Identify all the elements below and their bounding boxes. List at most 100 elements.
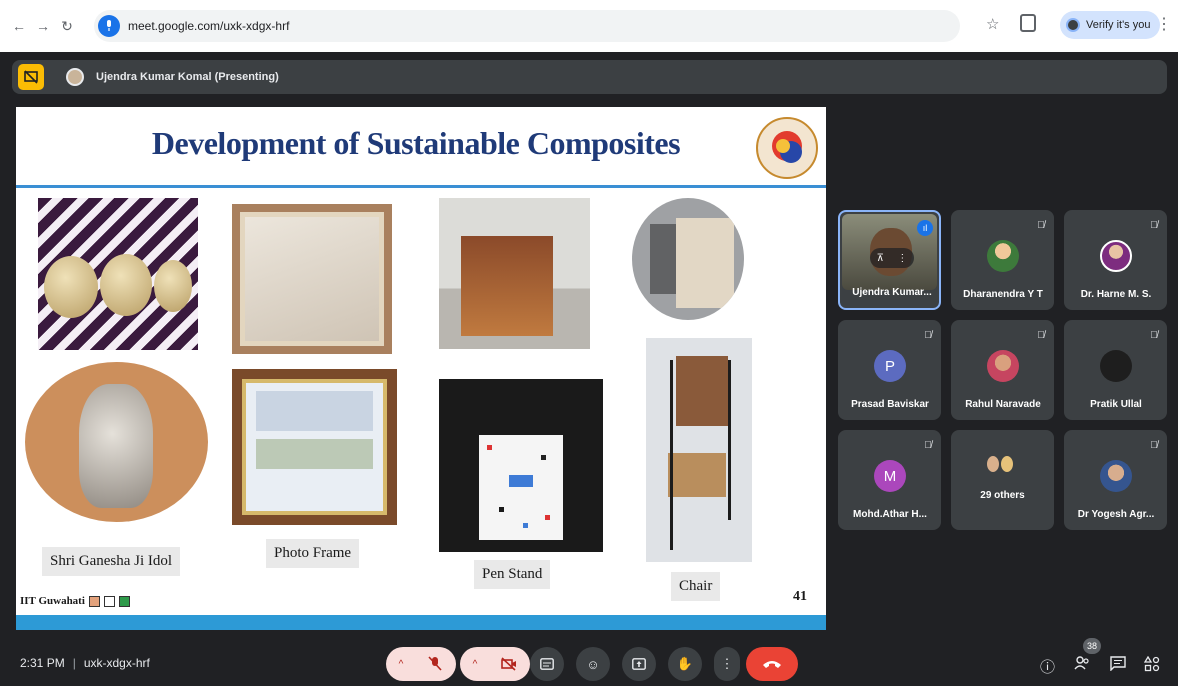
- participant-tile[interactable]: 🎙̸ Pratik Ullal: [1064, 320, 1167, 420]
- site-info-icon[interactable]: [98, 15, 120, 37]
- reload-icon[interactable]: ↻: [56, 15, 78, 37]
- more-options-button[interactable]: ⋮: [714, 647, 740, 681]
- presenter-avatar: [66, 68, 84, 86]
- participant-name: Dharanendra Y T: [963, 289, 1043, 300]
- presenter-name: Ujendra Kumar Komal (Presenting): [96, 71, 279, 83]
- participant-tile[interactable]: 🎙̸ Dharanendra Y T: [951, 210, 1054, 310]
- iit-logo: [756, 117, 818, 179]
- meeting-info: 2:31 PM | uxk-xdgx-hrf: [20, 656, 150, 670]
- panels-photo: [632, 198, 744, 320]
- more-options-icon[interactable]: ⋮: [897, 253, 907, 264]
- meeting-code: uxk-xdgx-hrf: [83, 656, 150, 670]
- avatar: [987, 240, 1019, 272]
- verify-profile-button[interactable]: Verify it's you: [1060, 11, 1161, 39]
- participant-name: Mohd.Athar H...: [853, 509, 927, 520]
- clock: 2:31 PM: [20, 656, 65, 670]
- browser-menu-icon[interactable]: ⋮: [1156, 14, 1172, 34]
- mic-off-icon: 🎙̸: [1037, 219, 1045, 231]
- pin-icon[interactable]: ⊼: [877, 253, 884, 264]
- mic-off-icon: 🎙̸: [924, 329, 932, 341]
- participant-name: Dr. Harne M. S.: [1080, 289, 1152, 300]
- title-divider: [16, 185, 826, 188]
- mic-off-icon: 🎙̸: [1150, 439, 1158, 451]
- hand-icon: ✋: [676, 656, 694, 671]
- participant-name: Dr Yogesh Agr...: [1077, 509, 1155, 520]
- url-text[interactable]: meet.google.com/uxk-xdgx-hrf: [128, 19, 289, 33]
- caption-ganesha: Shri Ganesha Ji Idol: [42, 547, 181, 576]
- slide-title: Development of Sustainable Composites: [151, 125, 681, 161]
- medallions-photo: [38, 198, 198, 350]
- caption-pen-stand: Pen Stand: [474, 560, 551, 589]
- participant-tile[interactable]: 🎙̸ Rahul Naravade: [951, 320, 1054, 420]
- raise-hand-button[interactable]: ✋: [668, 647, 702, 681]
- speaking-indicator-icon: ıl: [917, 220, 933, 236]
- avatar: [1100, 460, 1132, 492]
- footer-square: [88, 595, 100, 607]
- bookmark-star-icon[interactable]: ☆: [986, 15, 999, 33]
- camera-off-button[interactable]: [489, 647, 529, 681]
- verify-label: Verify it's you: [1086, 19, 1151, 31]
- participant-name: Prasad Baviskar: [851, 399, 929, 410]
- mic-off-icon: 🎙̸: [924, 439, 932, 451]
- tile-controls[interactable]: ⊼ ⋮: [870, 248, 914, 268]
- mic-control: ^: [386, 647, 456, 681]
- address-bar[interactable]: meet.google.com/uxk-xdgx-hrf: [94, 10, 960, 42]
- others-count: 29 others: [980, 490, 1025, 501]
- stop-presenting-icon[interactable]: [18, 64, 44, 90]
- mic-off-icon: [428, 656, 442, 671]
- slide-bottom-bar: [16, 615, 826, 630]
- present-screen-icon: [632, 658, 646, 670]
- chair-photo: [646, 338, 752, 562]
- participant-name: Rahul Naravade: [965, 399, 1041, 410]
- forward-icon[interactable]: →: [32, 15, 54, 37]
- participant-tile[interactable]: 🎙̸ Dr Yogesh Agr...: [1064, 430, 1167, 530]
- reactions-button[interactable]: ☺: [576, 647, 610, 681]
- avatar: [987, 350, 1019, 382]
- footer-text: IIT Guwahati: [20, 595, 85, 607]
- audio-options-chevron-icon[interactable]: ^: [387, 647, 415, 681]
- present-button[interactable]: [622, 647, 656, 681]
- participant-tile[interactable]: 🎙̸ M Mohd.Athar H...: [838, 430, 941, 530]
- emoji-icon: ☺: [586, 656, 600, 672]
- activities-icon[interactable]: [1143, 655, 1160, 676]
- mic-off-button[interactable]: [415, 647, 455, 681]
- camera-off-icon: [501, 657, 516, 671]
- camera-control: ^: [460, 647, 530, 681]
- participant-tile[interactable]: 🎙̸ P Prasad Baviskar: [838, 320, 941, 420]
- participant-tile[interactable]: ıl ⊼ ⋮ Ujendra Kumar...: [838, 210, 941, 310]
- video-options-chevron-icon[interactable]: ^: [461, 647, 489, 681]
- avatar-initial: M: [874, 460, 906, 492]
- box-photo: [439, 198, 590, 349]
- chat-icon[interactable]: [1110, 656, 1126, 675]
- participant-name: Pratik Ullal: [1090, 399, 1142, 410]
- participant-name: Ujendra Kumar...: [852, 287, 932, 298]
- photo-frame-photo: [232, 369, 397, 525]
- participant-tile[interactable]: 🎙̸ Dr. Harne M. S.: [1064, 210, 1167, 310]
- back-icon[interactable]: ←: [8, 15, 30, 37]
- browser-toolbar: ← → ↻ meet.google.com/uxk-xdgx-hrf ☆ Ver…: [0, 0, 1178, 52]
- mic-off-icon: 🎙̸: [1037, 329, 1045, 341]
- nav-buttons: ← → ↻: [8, 15, 78, 37]
- caption-photo-frame: Photo Frame: [266, 539, 360, 568]
- meeting-details-icon[interactable]: ⓘ: [1040, 656, 1055, 677]
- avatar: [1100, 240, 1132, 272]
- mic-off-icon: 🎙̸: [1150, 219, 1158, 231]
- people-count-badge: 38: [1083, 638, 1101, 654]
- shared-slide: Development of Sustainable Composites Sh…: [16, 107, 826, 630]
- footer-square: [103, 595, 115, 607]
- extensions-icon[interactable]: [1020, 14, 1036, 32]
- profile-avatar: [1066, 18, 1080, 32]
- people-icon[interactable]: [1074, 656, 1090, 674]
- pen-stand-photo: [439, 379, 603, 552]
- hangup-icon: [763, 661, 781, 668]
- frame-photo: [232, 204, 392, 354]
- avatar-initial: P: [874, 350, 906, 382]
- presenter-bar: Ujendra Kumar Komal (Presenting): [12, 60, 1167, 94]
- slide-page-number: 41: [793, 589, 807, 604]
- avatar: [1100, 350, 1132, 382]
- leave-call-button[interactable]: [746, 647, 798, 681]
- separator: |: [72, 656, 76, 670]
- caption-chair: Chair: [671, 572, 721, 601]
- others-tile[interactable]: 29 others: [951, 430, 1054, 530]
- captions-button[interactable]: [530, 647, 564, 681]
